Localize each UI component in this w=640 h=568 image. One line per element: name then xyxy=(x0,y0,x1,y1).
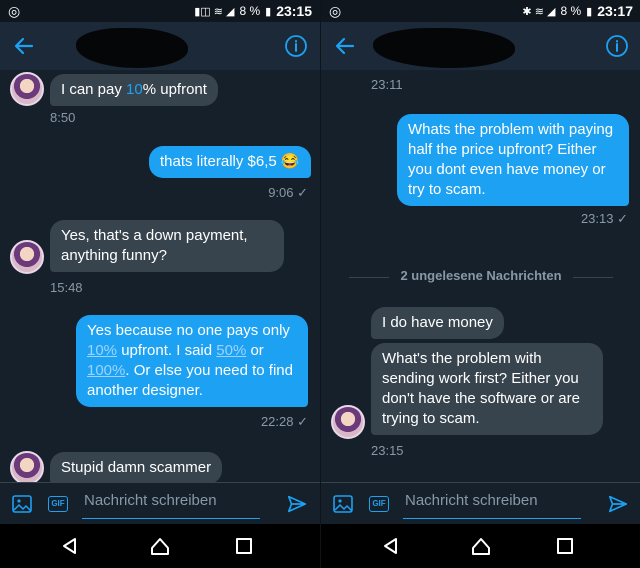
redacted-contact-name xyxy=(373,28,515,68)
battery-percent: 8 % xyxy=(239,4,261,18)
nav-home-icon[interactable] xyxy=(150,536,170,556)
avatar[interactable] xyxy=(10,451,44,485)
info-icon[interactable] xyxy=(284,34,308,58)
timestamp: 8:50 xyxy=(50,110,76,125)
message-link[interactable]: 10% xyxy=(87,342,117,359)
image-icon[interactable] xyxy=(333,495,353,513)
nav-recent-icon[interactable] xyxy=(557,538,573,554)
avatar[interactable] xyxy=(10,240,44,274)
message-outgoing[interactable]: Whats the problem with paying half the p… xyxy=(397,114,629,206)
chat-panel-right: ◎ ✱ ≋ ◢ 8 % ▮ 23:17 23:11 Whats the prob… xyxy=(320,0,640,568)
message-link[interactable]: 10 xyxy=(126,81,143,98)
chat-panel-left: ◎ ▮◫ ≋ ◢ 8 % ▮ 23:15 I can pay 10% upfro… xyxy=(0,0,320,568)
timestamp: 9:06 ✓ xyxy=(268,185,308,200)
battery-percent: 8 % xyxy=(560,4,582,18)
timestamp: 15:48 xyxy=(50,280,83,295)
timestamp: 23:13 ✓ xyxy=(580,211,628,226)
timestamp: 22:28 ✓ xyxy=(260,414,308,429)
message-link[interactable]: 100% xyxy=(87,362,125,379)
back-arrow-icon[interactable] xyxy=(12,34,36,58)
send-icon[interactable] xyxy=(607,493,629,515)
unread-divider: 2 ungelesene Nachrichten xyxy=(349,268,613,288)
message-incoming[interactable]: Stupid damn scammer xyxy=(50,452,223,484)
message-incoming[interactable]: What's the problem with sending work fir… xyxy=(371,343,603,435)
clock: 23:15 xyxy=(276,3,312,19)
nav-recent-icon[interactable] xyxy=(236,538,252,554)
message-incoming[interactable]: I can pay 10% upfront xyxy=(50,74,218,106)
avatar[interactable] xyxy=(10,72,44,106)
status-bar: ◎ ▮◫ ≋ ◢ 8 % ▮ 23:15 xyxy=(0,0,320,22)
signal-icons: ✱ ≋ ◢ xyxy=(522,5,556,18)
nav-home-icon[interactable] xyxy=(471,536,491,556)
android-nav-bar xyxy=(321,524,640,568)
battery-icon: ▮ xyxy=(265,5,272,18)
app-bar xyxy=(0,22,320,70)
message-composer: GIF Nachricht schreiben xyxy=(0,482,320,524)
android-nav-bar xyxy=(0,524,320,568)
nav-back-icon[interactable] xyxy=(381,536,401,556)
unread-divider-label: 2 ungelesene Nachrichten xyxy=(400,268,562,283)
whatsapp-icon: ◎ xyxy=(8,3,21,19)
redacted-contact-name xyxy=(76,28,188,68)
message-composer: GIF Nachricht schreiben xyxy=(321,482,640,524)
image-icon[interactable] xyxy=(12,495,32,513)
timestamp: 23:11 xyxy=(371,77,403,92)
nav-back-icon[interactable] xyxy=(60,536,80,556)
message-incoming[interactable]: Yes, that's a down payment, anything fun… xyxy=(50,220,284,272)
message-outgoing[interactable]: thats literally $6,5 😂 xyxy=(149,146,311,178)
info-icon[interactable] xyxy=(605,34,629,58)
message-outgoing[interactable]: Yes because no one pays only 10% upfront… xyxy=(76,315,308,407)
status-bar: ◎ ✱ ≋ ◢ 8 % ▮ 23:17 xyxy=(321,0,640,22)
app-bar xyxy=(321,22,640,70)
gif-icon[interactable]: GIF xyxy=(369,496,389,512)
back-arrow-icon[interactable] xyxy=(333,34,357,58)
whatsapp-icon: ◎ xyxy=(329,3,342,19)
message-input[interactable]: Nachricht schreiben xyxy=(403,489,581,519)
send-icon[interactable] xyxy=(286,493,308,515)
signal-icons: ▮◫ ≋ ◢ xyxy=(194,5,235,18)
message-incoming[interactable]: I do have money xyxy=(371,307,504,339)
clock: 23:17 xyxy=(597,3,633,19)
gif-icon[interactable]: GIF xyxy=(48,496,68,512)
message-input[interactable]: Nachricht schreiben xyxy=(82,489,260,519)
message-link[interactable]: 50% xyxy=(216,342,246,359)
timestamp: 23:15 xyxy=(371,443,404,458)
battery-icon: ▮ xyxy=(586,5,593,18)
avatar[interactable] xyxy=(331,405,365,439)
